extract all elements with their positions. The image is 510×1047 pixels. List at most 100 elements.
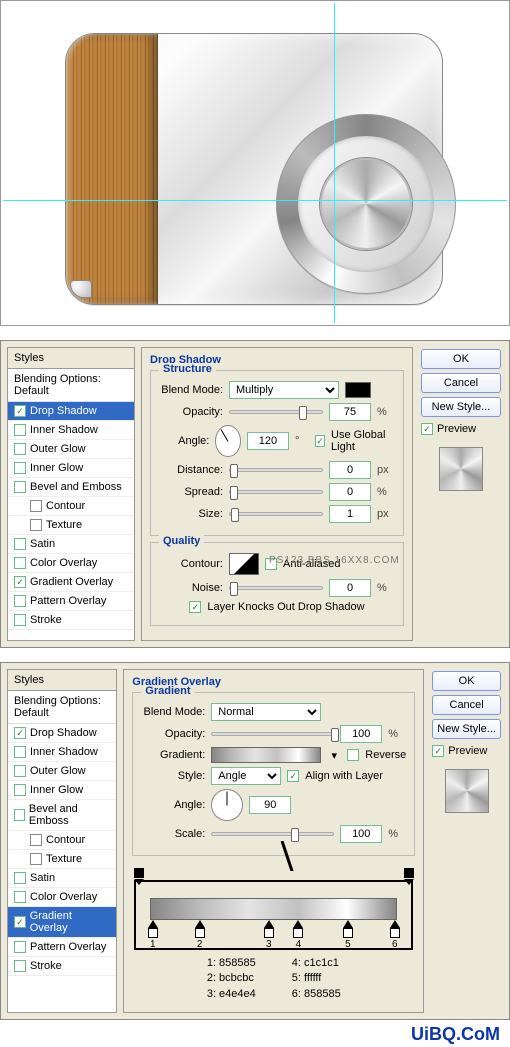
style-pattern-overlay[interactable]: Pattern Overlay	[8, 592, 134, 611]
checkbox-icon[interactable]	[14, 941, 26, 953]
opacity-slider[interactable]	[211, 732, 334, 736]
checkbox-icon[interactable]	[14, 538, 26, 550]
blend-mode-select[interactable]: Normal	[211, 703, 321, 721]
opacity-stop[interactable]	[404, 868, 414, 878]
spread-slider[interactable]	[229, 490, 323, 494]
checkbox-icon[interactable]	[14, 872, 26, 884]
distance-input[interactable]	[329, 461, 371, 479]
style-gradient-overlay[interactable]: Gradient Overlay	[8, 907, 116, 938]
preview-checkbox[interactable]	[432, 745, 444, 757]
checkbox-icon[interactable]	[30, 500, 42, 512]
style-outer-glow[interactable]: Outer Glow	[8, 440, 134, 459]
color-stop[interactable]: 5	[343, 920, 353, 950]
checkbox-icon[interactable]	[14, 576, 26, 588]
blend-mode-select[interactable]: Multiply	[229, 381, 339, 399]
style-bevel-emboss[interactable]: Bevel and Emboss	[8, 800, 116, 831]
checkbox-icon[interactable]	[14, 727, 26, 739]
dropdown-icon[interactable]: ▾	[327, 749, 341, 762]
cancel-button[interactable]: Cancel	[421, 373, 501, 393]
checkbox-icon[interactable]	[14, 784, 26, 796]
ok-button[interactable]: OK	[421, 349, 501, 369]
style-contour[interactable]: Contour	[8, 497, 134, 516]
color-stop[interactable]: 3	[264, 920, 274, 950]
checkbox-icon[interactable]	[14, 405, 26, 417]
checkbox-icon[interactable]	[30, 853, 42, 865]
reverse-checkbox[interactable]	[347, 749, 359, 761]
knockout-checkbox[interactable]	[189, 601, 201, 613]
opacity-slider[interactable]	[229, 410, 323, 414]
color-value: 5: ffffff	[292, 971, 341, 986]
style-inner-shadow[interactable]: Inner Shadow	[8, 743, 116, 762]
size-input[interactable]	[329, 505, 371, 523]
opacity-input[interactable]	[329, 403, 371, 421]
checkbox-icon[interactable]	[14, 916, 26, 928]
checkbox-icon[interactable]	[14, 595, 26, 607]
opacity-stop[interactable]	[134, 868, 144, 878]
angle-input[interactable]	[249, 796, 291, 814]
style-color-overlay[interactable]: Color Overlay	[8, 554, 134, 573]
style-inner-glow[interactable]: Inner Glow	[8, 459, 134, 478]
gradient-label: Gradient:	[141, 749, 205, 761]
checkbox-icon[interactable]	[14, 481, 26, 493]
noise-slider[interactable]	[229, 586, 323, 590]
angle-input[interactable]	[247, 432, 289, 450]
opacity-input[interactable]	[340, 725, 382, 743]
ok-button[interactable]: OK	[432, 671, 501, 691]
checkbox-icon[interactable]	[14, 809, 25, 821]
style-stroke[interactable]: Stroke	[8, 611, 134, 630]
style-contour[interactable]: Contour	[8, 831, 116, 850]
checkbox-icon[interactable]	[14, 765, 26, 777]
distance-slider[interactable]	[229, 468, 323, 472]
style-texture[interactable]: Texture	[8, 516, 134, 535]
blending-options[interactable]: Blending Options: Default	[8, 369, 134, 402]
checkbox-icon[interactable]	[14, 960, 26, 972]
color-stop[interactable]: 1	[148, 920, 158, 950]
style-pattern-overlay[interactable]: Pattern Overlay	[8, 938, 116, 957]
scale-slider[interactable]	[211, 832, 334, 836]
gradient-editor[interactable]: 1 2 3 4 5 6	[134, 880, 413, 950]
size-slider[interactable]	[229, 512, 323, 516]
style-satin[interactable]: Satin	[8, 535, 134, 554]
style-stroke[interactable]: Stroke	[8, 957, 116, 976]
new-style-button[interactable]: New Style...	[421, 397, 501, 417]
style-drop-shadow[interactable]: Drop Shadow	[8, 402, 134, 421]
angle-dial[interactable]	[215, 425, 241, 457]
style-texture[interactable]: Texture	[8, 850, 116, 869]
checkbox-icon[interactable]	[14, 891, 26, 903]
angle-dial[interactable]	[211, 789, 243, 821]
checkbox-icon[interactable]	[14, 443, 26, 455]
style-color-overlay[interactable]: Color Overlay	[8, 888, 116, 907]
style-inner-shadow[interactable]: Inner Shadow	[8, 421, 134, 440]
checkbox-icon[interactable]	[30, 519, 42, 531]
scale-input[interactable]	[340, 825, 382, 843]
style-gradient-overlay[interactable]: Gradient Overlay	[8, 573, 134, 592]
checkbox-icon[interactable]	[14, 746, 26, 758]
checkbox-icon[interactable]	[30, 834, 42, 846]
shadow-color-swatch[interactable]	[345, 382, 371, 398]
align-checkbox[interactable]	[287, 770, 299, 782]
noise-input[interactable]	[329, 579, 371, 597]
gradient-bar[interactable]	[150, 898, 397, 920]
cancel-button[interactable]: Cancel	[432, 695, 501, 715]
color-stop[interactable]: 6	[390, 920, 400, 950]
style-inner-glow[interactable]: Inner Glow	[8, 781, 116, 800]
checkbox-icon[interactable]	[14, 424, 26, 436]
checkbox-icon[interactable]	[14, 557, 26, 569]
checkbox-icon[interactable]	[14, 462, 26, 474]
gradient-style-select[interactable]: Angle	[211, 767, 281, 785]
new-style-button[interactable]: New Style...	[432, 719, 501, 739]
color-stop[interactable]: 4	[293, 920, 303, 950]
blending-options[interactable]: Blending Options: Default	[8, 691, 116, 724]
gradient-picker[interactable]	[211, 747, 321, 763]
style-satin[interactable]: Satin	[8, 869, 116, 888]
style-drop-shadow[interactable]: Drop Shadow	[8, 724, 116, 743]
global-light-checkbox[interactable]	[315, 435, 325, 447]
camera-stage	[3, 3, 507, 323]
style-outer-glow[interactable]: Outer Glow	[8, 762, 116, 781]
spread-input[interactable]	[329, 483, 371, 501]
color-stop[interactable]: 2	[195, 920, 205, 950]
contour-picker[interactable]	[229, 553, 259, 575]
style-bevel-emboss[interactable]: Bevel and Emboss	[8, 478, 134, 497]
checkbox-icon[interactable]	[14, 614, 26, 626]
preview-checkbox[interactable]	[421, 423, 433, 435]
